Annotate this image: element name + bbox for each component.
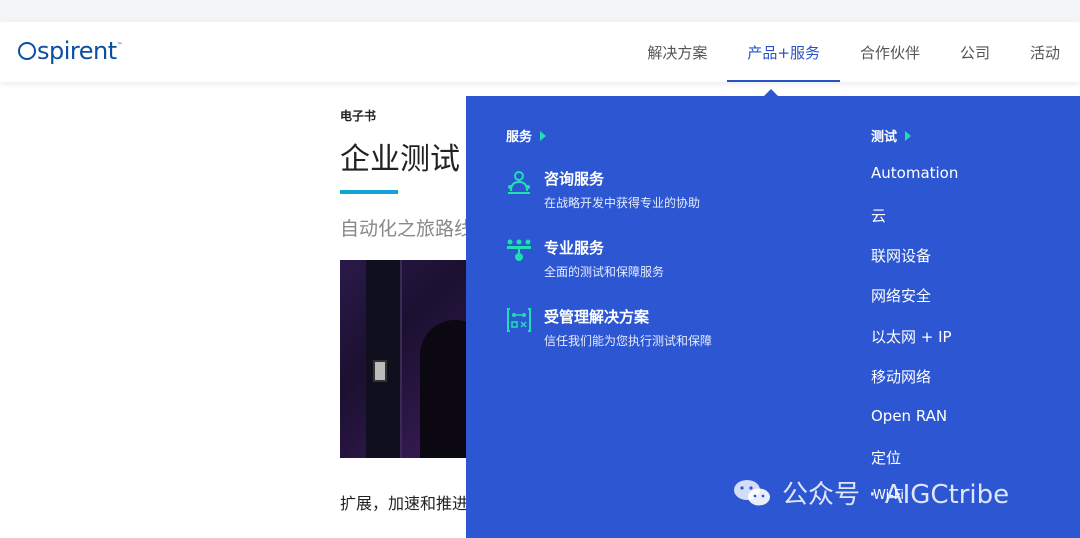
- service-title: 专业服务: [544, 239, 605, 257]
- logo-trademark: ™: [116, 42, 123, 49]
- service-item-consulting[interactable]: 咨询服务 在战略开发中获得专业的协助: [506, 168, 700, 211]
- article-subtitle: 自动化之旅路线: [340, 218, 474, 240]
- services-heading-label: 服务: [506, 130, 533, 145]
- testing-item-cloud[interactable]: 云: [871, 205, 886, 226]
- wechat-icon: [734, 479, 770, 505]
- nav-company[interactable]: 公司: [940, 22, 1010, 82]
- play-arrow-icon: [540, 130, 547, 141]
- logo-text: spirent: [37, 37, 117, 65]
- testing-heading-label: 测试: [871, 130, 898, 145]
- testing-item-mobile-network[interactable]: 移动网络: [871, 366, 931, 387]
- testing-item-connected-devices[interactable]: 联网设备: [871, 245, 931, 266]
- products-services-dropdown: 服务 咨询服务 在战略开发中获得专业的协助 专业服务 全面的测试和保障服务 受管…: [466, 96, 1080, 538]
- testing-item-network-security[interactable]: 网络安全: [871, 285, 931, 306]
- article-eyebrow: 电子书: [340, 109, 377, 123]
- testing-item-ethernet-ip[interactable]: 以太网 + IP: [871, 326, 952, 347]
- service-title: 咨询服务: [544, 170, 605, 188]
- nav-events[interactable]: 活动: [1010, 22, 1080, 82]
- article-body-text: 扩展，加速和推进: [340, 494, 469, 513]
- service-item-managed[interactable]: 受管理解决方案 信任我们能为您执行测试和保障: [506, 306, 712, 349]
- hero-figure: [420, 320, 470, 458]
- hero-image: [340, 260, 470, 458]
- service-desc: 信任我们能为您执行测试和保障: [544, 334, 713, 348]
- nav-products-services[interactable]: 产品+服务: [727, 22, 840, 82]
- service-desc: 全面的测试和保障服务: [544, 265, 665, 279]
- services-heading[interactable]: 服务: [506, 126, 547, 145]
- main-nav: 解决方案 产品+服务 合作伙伴 公司 活动: [627, 22, 1080, 82]
- top-strip: [0, 0, 1080, 22]
- wechat-watermark: 公众号 · AIGCtribe: [732, 474, 1009, 511]
- testing-item-automation[interactable]: Automation: [871, 164, 958, 182]
- hero-door: [366, 260, 402, 458]
- logo-ring-icon: [18, 42, 36, 60]
- play-arrow-icon: [905, 130, 912, 141]
- watermark-text: 公众号 · AIGCtribe: [782, 480, 1010, 510]
- nav-partners[interactable]: 合作伙伴: [840, 22, 940, 82]
- service-desc: 在战略开发中获得专业的协助: [544, 196, 701, 210]
- title-underline: [340, 190, 398, 194]
- spirent-logo[interactable]: spirent ™: [18, 36, 123, 66]
- testing-heading[interactable]: 测试: [871, 126, 912, 145]
- service-item-professional[interactable]: 专业服务 全面的测试和保障服务: [506, 237, 664, 280]
- testing-item-open-ran[interactable]: Open RAN: [871, 407, 947, 425]
- testing-item-positioning[interactable]: 定位: [871, 447, 901, 468]
- managed-solutions-icon: [507, 308, 531, 332]
- nav-solutions[interactable]: 解决方案: [627, 22, 727, 82]
- hero-handle: [373, 360, 387, 382]
- professional-services-icon: [507, 239, 531, 261]
- service-title: 受管理解决方案: [544, 308, 650, 326]
- article-title: 企业测试: [340, 142, 460, 177]
- consulting-icon: [508, 171, 530, 194]
